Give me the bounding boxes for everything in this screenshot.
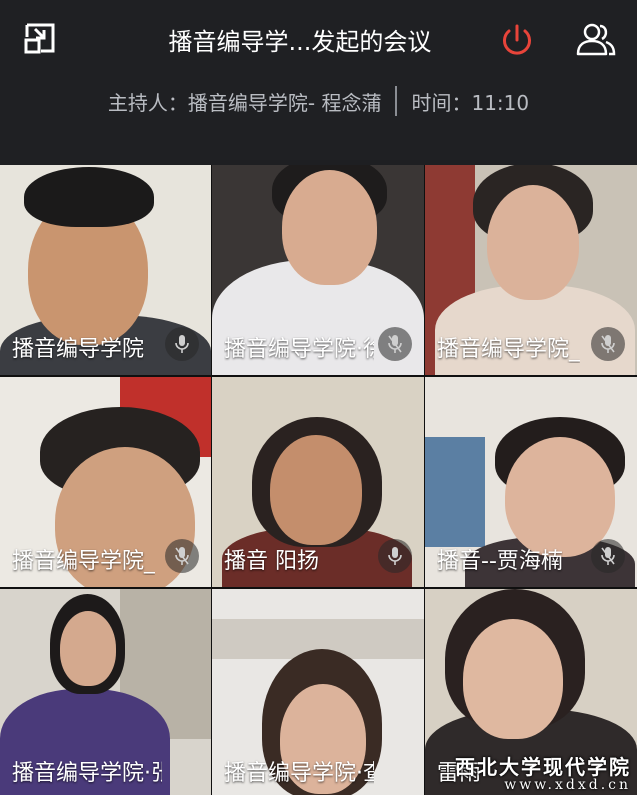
- power-icon[interactable]: [497, 20, 537, 60]
- minimize-icon[interactable]: [22, 20, 58, 56]
- participant-name: 播音编导学院_: [12, 549, 156, 574]
- microphone-icon[interactable]: [165, 327, 199, 361]
- microphone-icon[interactable]: [591, 539, 625, 573]
- video-feed: [60, 611, 116, 686]
- participant-tile[interactable]: 播音编导学院·徐: [212, 165, 424, 375]
- meeting-title: 播音编导学...发起的会议: [168, 28, 432, 56]
- participant-name: 播音编导学院·张: [12, 761, 162, 786]
- participant-tile[interactable]: 播音编导学院·查: [212, 589, 424, 795]
- participant-tile[interactable]: 播音--贾海楠: [425, 377, 637, 587]
- microphone-icon[interactable]: [165, 539, 199, 573]
- watermark-url: www.xdxd.cn: [504, 776, 631, 793]
- participant-name: 播音编导学院·查: [224, 761, 374, 786]
- participant-tile[interactable]: 播音编导学院_: [425, 165, 637, 375]
- participant-tile[interactable]: 播音编导学院: [0, 165, 211, 375]
- meeting-header: 播音编导学...发起的会议 主持人：播音编导学院- 程念蒲 时间：11:10: [0, 0, 637, 160]
- video-grid: 播音编导学院 播音编导学院·徐 播音编导学院_ 播音编导学院_ 播音 阳扬 播音…: [0, 165, 637, 795]
- video-feed: [463, 619, 563, 739]
- participant-name: 播音编导学院: [12, 337, 145, 362]
- participant-name: 播音编导学院·徐: [224, 337, 374, 362]
- video-feed: [425, 437, 485, 547]
- participant-name: 播音--贾海楠: [437, 549, 563, 574]
- participant-tile[interactable]: 播音编导学院_: [0, 377, 211, 587]
- video-feed: [24, 167, 154, 227]
- host-label: 主持人：播音编导学院- 程念蒲: [107, 90, 382, 115]
- participant-tile[interactable]: 播音编导学院·张: [0, 589, 211, 795]
- participant-name: 播音 阳扬: [224, 549, 319, 574]
- video-feed: [487, 185, 579, 300]
- microphone-icon[interactable]: [378, 327, 412, 361]
- video-feed: [270, 435, 362, 545]
- watermark-title: 西北大学现代学院: [455, 754, 631, 779]
- members-icon[interactable]: [574, 20, 618, 60]
- microphone-icon[interactable]: [378, 539, 412, 573]
- meeting-time: 时间：11:10: [411, 90, 530, 115]
- video-feed: [505, 437, 615, 557]
- participant-tile[interactable]: 播音 阳扬: [212, 377, 424, 587]
- participant-name: 播音编导学院_: [437, 337, 581, 362]
- meeting-info: 主持人：播音编导学院- 程念蒲 时间：11:10: [0, 86, 637, 116]
- video-feed: [282, 170, 377, 285]
- divider: [395, 86, 398, 116]
- watermark: 西北大学现代学院 www.xdxd.cn: [455, 756, 631, 793]
- microphone-icon[interactable]: [591, 327, 625, 361]
